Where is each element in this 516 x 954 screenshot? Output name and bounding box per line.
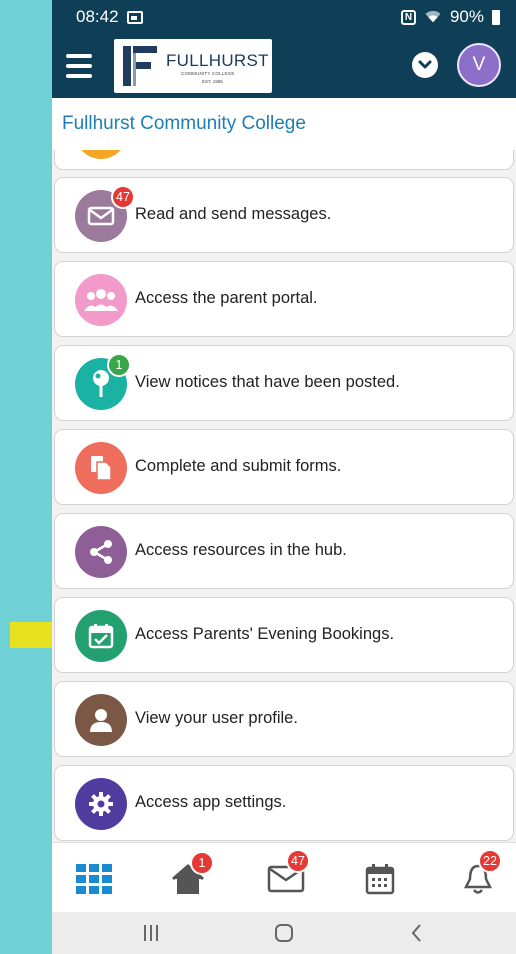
home-badge: 1 <box>190 851 214 875</box>
recent-apps-icon[interactable] <box>141 922 161 944</box>
documents-icon <box>75 442 127 494</box>
list-item-label: View notices that have been posted. <box>135 373 400 391</box>
list-item-messages[interactable]: 47 Read and send messages. <box>54 177 514 253</box>
list-item-parent-portal[interactable]: Access the parent portal. <box>54 261 514 337</box>
nav-notifications-button[interactable]: 22 <box>456 849 502 901</box>
back-icon[interactable] <box>409 922 425 944</box>
status-bar: 08:42 N 90% <box>52 0 516 34</box>
nfc-icon: N <box>400 9 416 25</box>
school-logo: FULLHURST COMMUNITY COLLEGE EST. 1955 <box>114 39 272 93</box>
list-item-notices[interactable]: 1 View notices that have been posted. <box>54 345 514 421</box>
messages-badge: 47 <box>111 185 135 209</box>
chevron-down-icon <box>418 60 432 69</box>
user-icon <box>75 694 127 746</box>
notifications-badge: 22 <box>478 849 502 873</box>
partial-item-icon <box>75 150 127 159</box>
list-item-partial[interactable] <box>54 150 514 170</box>
list-item-label: Access the parent portal. <box>135 289 318 307</box>
logo-name: FULLHURST <box>166 51 269 70</box>
nav-messages-button[interactable]: 47 <box>264 849 310 901</box>
list-item-label: Complete and submit forms. <box>135 457 342 475</box>
status-time: 08:42 <box>76 7 119 26</box>
list-item-label: Access app settings. <box>135 793 287 811</box>
menu-icon[interactable] <box>66 54 92 78</box>
app-bar: FULLHURST COMMUNITY COLLEGE EST. 1955 V <box>52 34 516 98</box>
list-item-hub[interactable]: Access resources in the hub. <box>54 513 514 589</box>
battery-icon <box>492 9 500 25</box>
nav-home-button[interactable]: 1 <box>166 851 214 901</box>
school-dropdown-button[interactable] <box>412 52 438 78</box>
gallery-notification-icon <box>126 10 143 24</box>
list-item-label: Access resources in the hub. <box>135 541 347 559</box>
background-strip <box>0 0 52 954</box>
list-item-user-profile[interactable]: View your user profile. <box>54 681 514 757</box>
list-item-label: Read and send messages. <box>135 205 332 223</box>
page-title: Fullhurst Community College <box>62 113 306 134</box>
home-system-icon[interactable] <box>273 922 295 944</box>
wifi-signal-icon <box>425 10 441 23</box>
share-icon <box>75 526 127 578</box>
gear-icon <box>75 778 127 830</box>
notices-badge: 1 <box>107 353 131 377</box>
school-crest-icon <box>119 43 161 89</box>
list-item-label: Access Parents' Evening Bookings. <box>135 625 395 643</box>
nav-apps-button[interactable] <box>72 857 116 901</box>
list-item-parents-evening[interactable]: Access Parents' Evening Bookings. <box>54 597 514 673</box>
title-bar: Fullhurst Community College <box>52 98 516 151</box>
calendar-icon <box>365 864 395 895</box>
list-item-settings[interactable]: Access app settings. <box>54 765 514 841</box>
people-icon <box>75 274 127 326</box>
bottom-navigation: 1 47 22 <box>52 842 516 913</box>
logo-subtitle: COMMUNITY COLLEGE <box>181 71 235 76</box>
user-avatar[interactable]: V <box>457 43 501 87</box>
battery-text: 90% <box>449 7 484 26</box>
list-item-forms[interactable]: Complete and submit forms. <box>54 429 514 505</box>
highlight-marker <box>10 622 52 648</box>
system-navigation-bar <box>52 912 516 954</box>
nav-calendar-button[interactable] <box>358 857 402 901</box>
list-item-label: View your user profile. <box>135 709 298 727</box>
phone-screen: 08:42 N 90% FULLHURST COMMUNITY COLLEGE … <box>52 0 516 954</box>
calendar-check-icon <box>75 610 127 662</box>
feature-list: 47 Read and send messages. Access the pa… <box>52 150 516 842</box>
grid-icon <box>76 864 112 894</box>
logo-established: EST. 1955 <box>202 79 223 84</box>
messages-nav-badge: 47 <box>286 849 310 873</box>
